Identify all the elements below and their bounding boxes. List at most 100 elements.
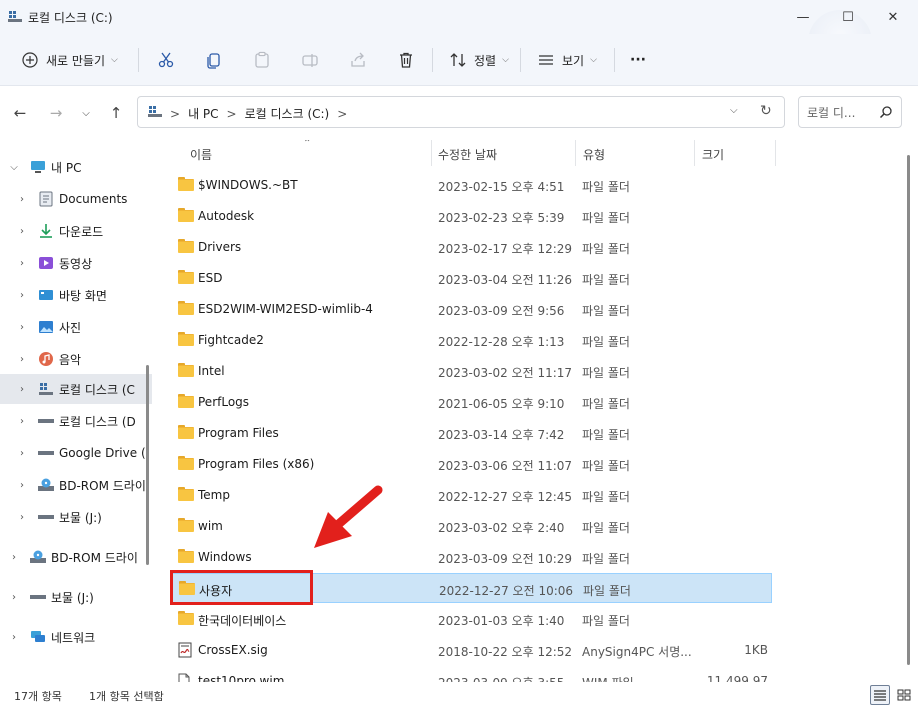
share-icon — [348, 50, 368, 70]
file-row[interactable]: Windows 2023-03-09 오전 10:29 파일 폴더 — [171, 542, 772, 572]
file-name: Windows — [198, 550, 252, 564]
sidebar-item-label: 사진 — [59, 320, 82, 335]
column-header-type[interactable]: 유형 — [583, 140, 605, 168]
file-name: wim — [198, 519, 223, 533]
delete-button[interactable] — [396, 46, 416, 74]
sidebar-item-treasure-j-root[interactable]: › 보물 (J:) — [0, 582, 152, 612]
file-row[interactable]: Program Files (x86) 2023-03-06 오전 11:07 파일… — [171, 449, 772, 479]
sidebar-item-google-drive[interactable]: › Google Drive ( — [0, 438, 152, 468]
folder-icon — [178, 332, 194, 346]
collapsed-chevron-icon[interactable]: › — [8, 592, 20, 603]
view-button[interactable]: 보기 ⌵ — [536, 46, 597, 74]
close-button[interactable]: ✕ — [870, 0, 916, 34]
sidebar-item-bd-rom[interactable]: › BD-ROM 드라이 — [0, 470, 152, 500]
sidebar-item-videos[interactable]: › 동영상 — [0, 248, 152, 278]
share-button[interactable] — [348, 46, 368, 74]
more-options-button[interactable]: ··· — [630, 46, 646, 74]
details-view-icon[interactable] — [870, 685, 890, 705]
new-button[interactable]: 새로 만들기 ⌵ — [20, 46, 118, 74]
file-name: 한국데이터베이스 — [198, 614, 287, 628]
collapsed-chevron-icon[interactable]: › — [16, 226, 28, 237]
file-row[interactable]: Autodesk 2023-02-23 오후 5:39 파일 폴더 — [171, 201, 772, 231]
chevron-down-icon: ⌵ — [111, 55, 118, 65]
column-header-date[interactable]: 수정한 날짜 — [438, 140, 497, 168]
file-row[interactable]: 한국데이터베이스 2023-01-03 오후 1:40 파일 폴더 — [171, 604, 772, 634]
collapsed-chevron-icon[interactable]: › — [16, 480, 28, 491]
tiles-view-icon[interactable] — [894, 685, 914, 705]
sidebar-item-desktop[interactable]: › 바탕 화면 — [0, 280, 152, 310]
item-count: 17개 항목 — [14, 690, 62, 703]
collapsed-chevron-icon[interactable]: › — [16, 354, 28, 365]
drive-c-icon — [38, 381, 54, 397]
refresh-icon[interactable]: ↻ — [760, 103, 772, 119]
sidebar-item-downloads[interactable]: › 다운로드 — [0, 216, 152, 246]
file-list-scrollbar[interactable] — [907, 155, 910, 665]
collapsed-chevron-icon[interactable]: › — [16, 322, 28, 333]
folder-icon — [178, 363, 194, 377]
file-row[interactable]: Fightcade2 2022-12-28 오후 1:13 파일 폴더 — [171, 325, 772, 355]
column-divider[interactable] — [775, 140, 776, 166]
recent-chevron-icon[interactable]: ⌵ — [76, 103, 96, 123]
pictures-icon — [38, 319, 54, 335]
collapsed-chevron-icon[interactable]: › — [16, 416, 28, 427]
collapsed-chevron-icon[interactable]: › — [16, 258, 28, 269]
sidebar-item-music[interactable]: › 음악 — [0, 344, 152, 374]
file-icon — [178, 673, 194, 682]
file-row[interactable]: PerfLogs 2021-06-05 오후 9:10 파일 폴더 — [171, 387, 772, 417]
paste-button[interactable] — [252, 46, 272, 74]
collapsed-chevron-icon[interactable]: › — [16, 290, 28, 301]
breadcrumb-item-pc[interactable]: 내 PC — [188, 105, 218, 122]
collapsed-chevron-icon[interactable]: › — [16, 512, 28, 523]
sidebar-item-documents[interactable]: › Documents — [0, 184, 152, 214]
sidebar-item-local-disk-c[interactable]: › 로컬 디스크 (C — [0, 374, 152, 404]
column-divider[interactable] — [694, 140, 695, 166]
collapsed-chevron-icon[interactable]: › — [16, 448, 28, 459]
sidebar-item-treasure-j[interactable]: › 보물 (J:) — [0, 502, 152, 532]
column-header-size[interactable]: 크기 — [702, 140, 724, 168]
sidebar-item-pictures[interactable]: › 사진 — [0, 312, 152, 342]
file-row[interactable]: ESD 2023-03-04 오전 11:26 파일 폴더 — [171, 263, 772, 293]
file-row[interactable]: ESD2WIM-WIM2ESD-wimlib-4 2023-03-09 오전 9:… — [171, 294, 772, 324]
file-row[interactable]: Intel 2023-03-02 오전 11:17 파일 폴더 — [171, 356, 772, 386]
sidebar-item-label: 음악 — [59, 352, 82, 367]
back-arrow-icon[interactable]: ← — [10, 103, 30, 123]
sidebar-item-network[interactable]: › 네트워크 — [0, 622, 152, 652]
collapsed-chevron-icon[interactable]: › — [8, 552, 20, 563]
column-divider[interactable] — [431, 140, 432, 166]
column-header-name[interactable]: 이름 — [190, 140, 212, 168]
sidebar-scrollbar[interactable] — [146, 365, 149, 565]
up-arrow-icon[interactable]: ↑ — [106, 103, 126, 123]
file-row[interactable]: Program Files 2023-03-14 오후 7:42 파일 폴더 — [171, 418, 772, 448]
address-dropdown-icon[interactable]: ⌵ — [730, 105, 738, 116]
address-bar[interactable]: > 내 PC > 로컬 디스크 (C:) > ⌵ ↻ — [137, 96, 785, 128]
search-input[interactable] — [807, 104, 877, 122]
sidebar-item-this-pc[interactable]: ⌵ 내 PC — [0, 152, 152, 182]
sort-button[interactable]: 정렬 ⌵ — [448, 46, 509, 74]
search-box[interactable] — [798, 96, 902, 128]
file-row[interactable]: test10pro.wim 2023-03-09 오후 3:55 WIM 파일 11,… — [171, 666, 772, 682]
copy-button[interactable] — [204, 46, 224, 74]
rename-button[interactable] — [300, 46, 320, 74]
maximize-button[interactable]: ☐ — [825, 0, 871, 34]
sidebar-item-label: 내 PC — [51, 160, 82, 175]
file-date: 2023-03-02 오후 2:40 — [438, 521, 565, 535]
column-divider[interactable] — [575, 140, 576, 166]
file-row[interactable]: Temp 2022-12-27 오후 12:45 파일 폴더 — [171, 480, 772, 510]
file-row[interactable]: wim 2023-03-02 오후 2:40 파일 폴더 — [171, 511, 772, 541]
collapsed-chevron-icon[interactable]: › — [8, 632, 20, 643]
file-row[interactable]: $WINDOWS.~BT 2023-02-15 오후 4:51 파일 폴더 — [171, 170, 772, 200]
file-row[interactable]: Drivers 2023-02-17 오후 12:29 파일 폴더 — [171, 232, 772, 262]
minimize-button[interactable]: — — [780, 0, 826, 34]
search-icon[interactable] — [879, 105, 893, 122]
sidebar-item-label: 바탕 화면 — [59, 288, 107, 303]
forward-arrow-icon[interactable]: → — [46, 103, 66, 123]
cut-button[interactable] — [156, 46, 176, 74]
expanded-chevron-icon[interactable]: ⌵ — [8, 162, 20, 173]
file-row[interactable]: CrossEX.sig 2018-10-22 오후 12:52 AnySign4PC… — [171, 635, 772, 665]
sidebar-item-bd-rom-root[interactable]: › BD-ROM 드라이 — [0, 542, 152, 572]
collapsed-chevron-icon[interactable]: › — [16, 384, 28, 395]
sidebar-item-local-disk-d[interactable]: › 로컬 디스크 (D — [0, 406, 152, 436]
collapsed-chevron-icon[interactable]: › — [16, 194, 28, 205]
breadcrumb-item-drive-c[interactable]: 로컬 디스크 (C:) — [245, 105, 330, 122]
folder-icon — [178, 270, 194, 284]
